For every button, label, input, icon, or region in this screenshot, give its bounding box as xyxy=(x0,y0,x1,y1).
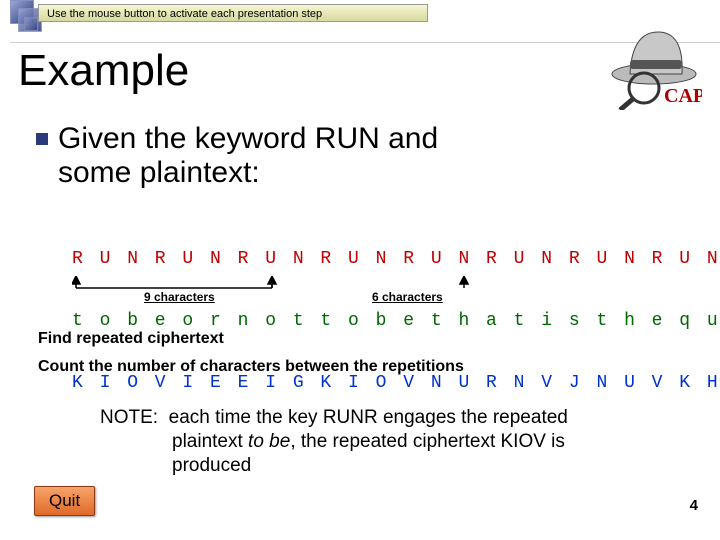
lead-line1: Given the keyword RUN and xyxy=(58,122,438,155)
annotation-9chars: 9 characters xyxy=(144,290,215,304)
instruction-find-repeated: Find repeated ciphertext xyxy=(38,330,224,348)
slide-title: Example xyxy=(18,46,189,96)
cap-logo: CAP xyxy=(592,18,702,110)
note-line2b: , the repeated ciphertext KIOV is xyxy=(290,431,565,452)
note-line1: each time the key RUNR engages the repea… xyxy=(169,407,568,428)
instruction-count-chars: Count the number of characters between t… xyxy=(38,358,464,376)
cap-logo-text: CAP xyxy=(664,85,702,107)
corner-decoration xyxy=(10,0,40,46)
key-row: R U N R U N R U N R U N R U N R U N R U … xyxy=(72,248,720,270)
page-number: 4 xyxy=(690,497,698,514)
repeat-annotation: 9 characters 6 characters xyxy=(72,276,672,312)
note-block: NOTE: each time the key RUNR engages the… xyxy=(100,406,660,477)
quit-button[interactable]: Quit xyxy=(34,486,95,516)
note-line2a: plaintext xyxy=(172,431,248,452)
lead-line2: some plaintext: xyxy=(58,156,260,189)
note-line3: produced xyxy=(100,454,660,478)
bullet-icon xyxy=(36,133,48,145)
annotation-6chars: 6 characters xyxy=(372,290,443,304)
note-prefix: NOTE: xyxy=(100,407,158,428)
plaintext-row: t o b e o r n o t t o b e t h a t i s t … xyxy=(72,310,720,332)
note-line2-em: to be xyxy=(248,431,290,452)
hint-bar: Use the mouse button to activate each pr… xyxy=(38,4,428,22)
lead-text: Given the keyword RUN and some plaintext… xyxy=(36,122,690,189)
